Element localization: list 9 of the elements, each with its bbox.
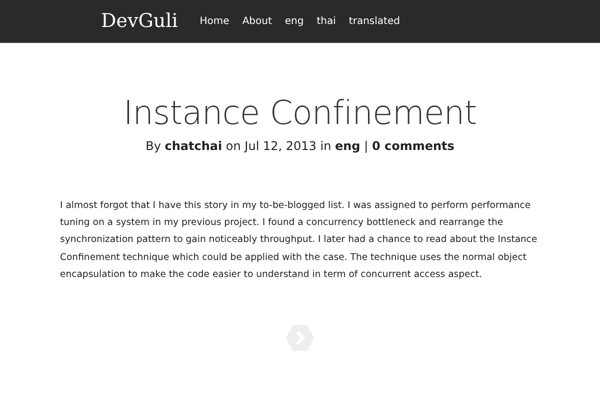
post-meta: By chatchai on Jul 12, 2013 in eng | 0 comments <box>146 138 454 153</box>
nav-link[interactable]: Home <box>200 14 230 28</box>
nav-link[interactable]: About <box>242 14 272 28</box>
site-logo[interactable]: DevGuli <box>101 6 178 36</box>
nav-link[interactable]: eng <box>284 14 304 28</box>
nav-link[interactable]: thai <box>316 14 336 28</box>
post-body: I almost forgot that I have this story in my to-be-blogged list. I was assigned to perform performance tuning on a system in my previous project. I found a concurrency bottleneck and rearrange the synchronization pattern to gain noticeably throughput. I later had a chance to read about the Instance Confinement technique which could be applied with the case. The technique uses the normal object encapsulation to make the code easier to understand in term of concurrent access aspect. <box>60 198 538 282</box>
post-title: Instance Confinement <box>123 93 477 133</box>
nav-link[interactable]: translated <box>348 14 400 28</box>
